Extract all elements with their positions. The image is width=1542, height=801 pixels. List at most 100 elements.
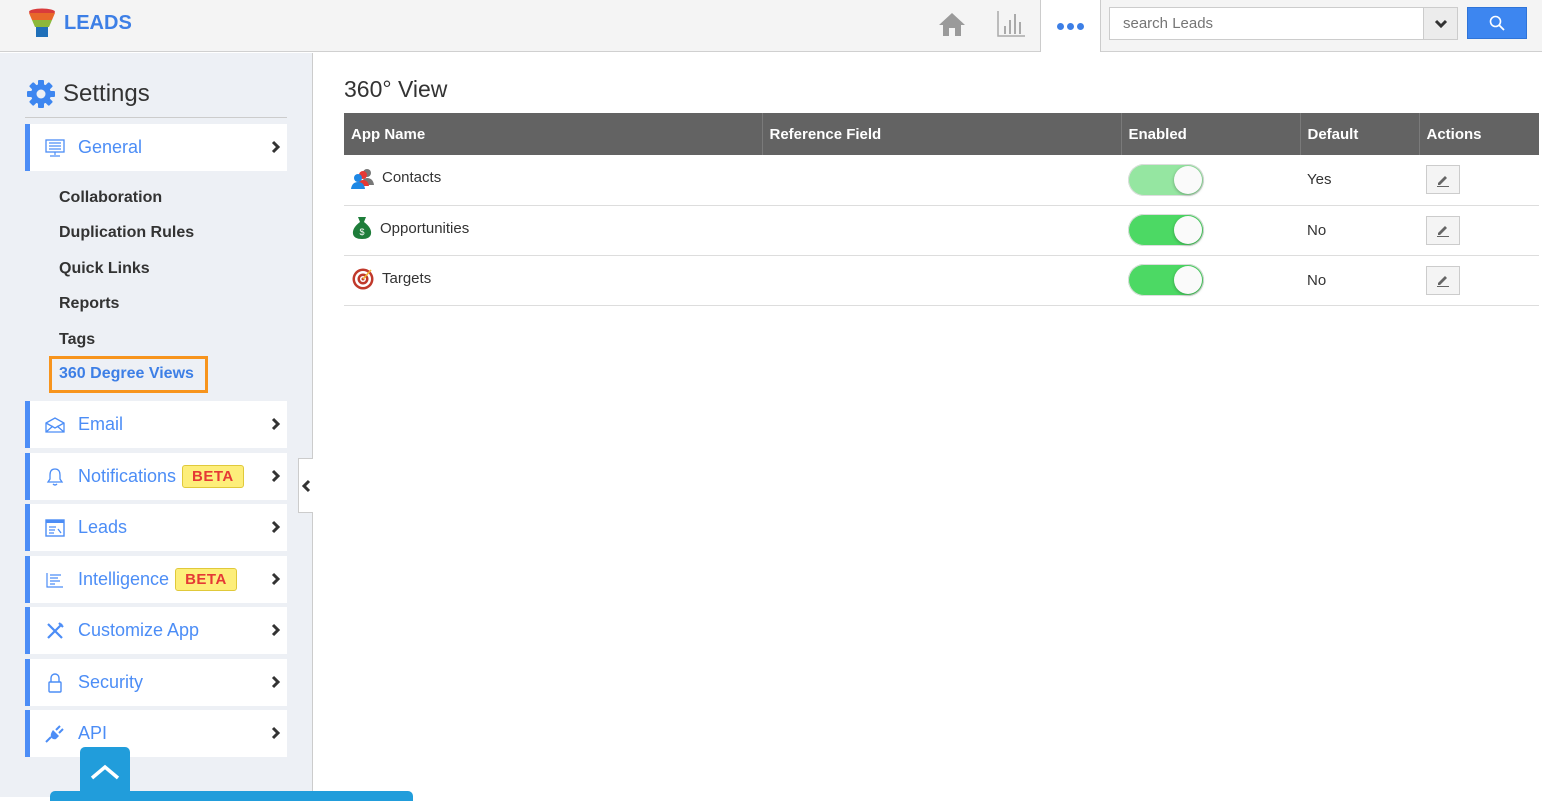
- bell-icon: [44, 467, 66, 487]
- enabled-toggle[interactable]: [1128, 264, 1204, 296]
- toggle-knob: [1174, 216, 1202, 244]
- money-bag-icon: $: [352, 217, 372, 239]
- pencil-icon: [1437, 276, 1449, 287]
- sidebar-subitem-360-degree-views[interactable]: 360 Degree Views: [49, 356, 208, 393]
- more-button[interactable]: [1040, 0, 1101, 52]
- settings-heading: Settings: [26, 79, 150, 109]
- chevron-right-icon: [271, 572, 281, 586]
- app-logo[interactable]: LEADS: [28, 8, 132, 38]
- app-name: Targets: [382, 269, 432, 287]
- table-header-row: App Name Reference Field Enabled Default…: [344, 113, 1539, 155]
- more-icon: [1057, 22, 1064, 30]
- pencil-icon: [1437, 226, 1449, 237]
- dot: [1067, 22, 1074, 30]
- sidebar-subitem-tags[interactable]: Tags: [59, 331, 95, 349]
- dot: [1077, 22, 1084, 30]
- sidebar-item-label: General: [78, 137, 143, 157]
- pencil-icon: [1437, 175, 1449, 187]
- tools-icon: [44, 621, 66, 641]
- edit-button[interactable]: [1426, 215, 1460, 245]
- scroll-to-top-button[interactable]: [80, 747, 130, 797]
- sidebar-item-intelligence[interactable]: Intelligence BETA: [25, 556, 287, 603]
- sidebar-item-label: Security: [78, 672, 144, 692]
- search-dropdown-button[interactable]: [1424, 7, 1458, 40]
- sidebar-item-security[interactable]: Security: [25, 659, 287, 706]
- column-enabled: Enabled: [1121, 113, 1301, 155]
- sidebar-item-label: Intelligence: [78, 569, 170, 589]
- beta-badge: BETA: [175, 568, 237, 591]
- plug-icon: [44, 724, 66, 743]
- settings-sidebar: Settings General Collaboration Duplicati…: [0, 53, 313, 797]
- edit-button[interactable]: [1426, 165, 1460, 195]
- edit-button[interactable]: [1426, 265, 1460, 295]
- sidebar-item-label: Email: [78, 414, 124, 434]
- sidebar-item-label: Customize App: [78, 620, 200, 640]
- table-row: $ Opportunities No: [344, 205, 1539, 256]
- chevron-right-icon: [271, 520, 281, 534]
- reference-field: [762, 255, 1121, 306]
- enabled-toggle[interactable]: [1128, 214, 1204, 246]
- chevron-right-icon: [271, 726, 281, 740]
- sidebar-subitem-quick-links[interactable]: Quick Links: [59, 260, 150, 278]
- chevron-down-icon: [1434, 19, 1447, 28]
- sidebar-item-leads[interactable]: Leads: [25, 504, 287, 551]
- app-name: Opportunities: [380, 219, 470, 237]
- lines-icon: [44, 572, 66, 588]
- top-bar: LEADS: [0, 0, 1542, 52]
- default-value: Yes: [1300, 155, 1419, 206]
- bottom-bar[interactable]: [50, 791, 413, 801]
- contacts-icon: [351, 168, 374, 189]
- reference-field: [762, 155, 1121, 206]
- sidebar-item-label: API: [78, 723, 108, 743]
- funnel-logo-icon: [29, 8, 55, 37]
- svg-text:$: $: [359, 227, 364, 237]
- sidebar-subitem-duplication-rules[interactable]: Duplication Rules: [59, 224, 194, 242]
- chart-icon: [997, 11, 1025, 37]
- beta-badge: BETA: [182, 465, 244, 488]
- sidebar-item-general[interactable]: General: [25, 124, 287, 171]
- chevron-right-icon: [271, 623, 281, 637]
- monitor-icon: [44, 138, 66, 157]
- chevron-right-icon: [271, 140, 281, 154]
- reference-field: [762, 205, 1121, 256]
- home-button[interactable]: [935, 8, 969, 40]
- reports-button[interactable]: [994, 8, 1028, 40]
- chevron-up-icon: [90, 764, 120, 780]
- column-default: Default: [1300, 113, 1420, 155]
- app-name: Contacts: [382, 169, 442, 187]
- default-value: No: [1300, 205, 1419, 256]
- envelope-icon: [44, 416, 66, 433]
- column-actions: Actions: [1419, 113, 1539, 155]
- sidebar-item-customize-app[interactable]: Customize App: [25, 607, 287, 654]
- sidebar-item-email[interactable]: Email: [25, 401, 287, 448]
- column-reference-field: Reference Field: [762, 113, 1122, 155]
- search-input[interactable]: [1109, 7, 1424, 40]
- toggle-knob: [1174, 266, 1202, 294]
- default-value: No: [1300, 255, 1419, 306]
- sidebar-item-api[interactable]: API: [25, 710, 287, 757]
- search-icon: [1489, 15, 1505, 31]
- sidebar-item-label: Notifications: [78, 466, 177, 486]
- target-icon: [352, 268, 374, 290]
- sidebar-item-label: Leads: [78, 517, 128, 537]
- column-app-name: App Name: [344, 113, 763, 155]
- lock-icon: [44, 672, 66, 693]
- search-button[interactable]: [1467, 7, 1527, 39]
- sidebar-item-notifications[interactable]: Notifications BETA: [25, 453, 287, 500]
- sidebar-subitem-collaboration[interactable]: Collaboration: [59, 189, 162, 207]
- sidebar-subitem-reports[interactable]: Reports: [59, 295, 119, 313]
- enabled-toggle[interactable]: [1128, 163, 1204, 196]
- apps-table: App Name Reference Field Enabled Default…: [344, 113, 1539, 306]
- gear-icon: [27, 80, 55, 108]
- page-title: 360° View: [344, 76, 448, 102]
- chevron-right-icon: [271, 417, 281, 431]
- collapse-sidebar-button[interactable]: [298, 458, 313, 513]
- leads-icon: [44, 518, 66, 537]
- table-row: Targets No: [344, 255, 1539, 306]
- chevron-right-icon: [271, 469, 281, 483]
- chevron-right-icon: [271, 675, 281, 689]
- home-icon: [939, 13, 965, 36]
- app-name: LEADS: [64, 11, 132, 34]
- settings-title: Settings: [63, 80, 150, 107]
- toggle-knob: [1174, 165, 1202, 194]
